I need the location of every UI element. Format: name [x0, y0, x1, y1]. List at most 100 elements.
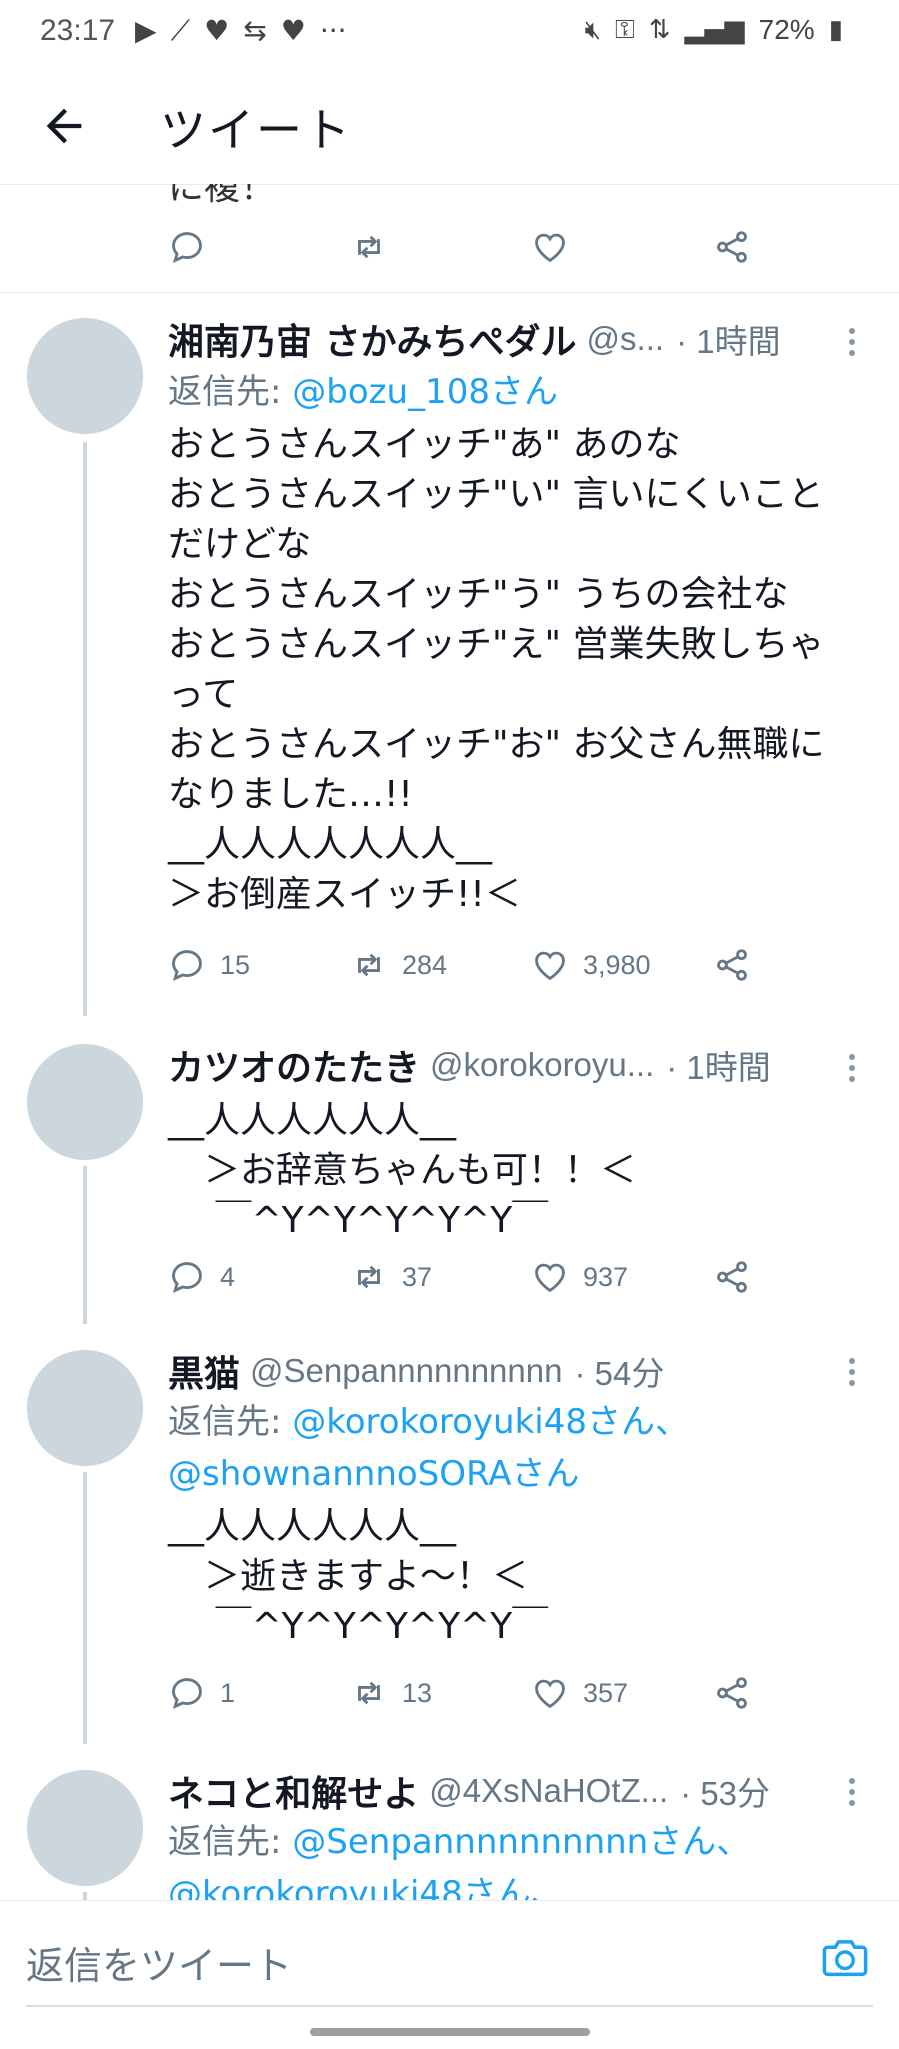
play-icon: ▶: [135, 14, 157, 47]
reply-to-mention-2[interactable]: @korokoroyuki48さん、: [168, 1874, 565, 1900]
more-options-icon[interactable]: [849, 1054, 859, 1087]
tweet-card[interactable]: ネコと和解せよ @4XsNaHOtZ... · 53分 返信先: @Senpan…: [0, 1744, 899, 1900]
author-handle[interactable]: @korokoroyu...: [430, 1046, 654, 1084]
tweet-header: ネコと和解せよ @4XsNaHOtZ... · 53分: [168, 1764, 879, 1818]
share-button[interactable]: [713, 1674, 751, 1712]
notification-icons: ▶ ⟋ ♥ ⇆ ♥ ···: [135, 14, 347, 48]
more-options-icon[interactable]: [849, 1778, 859, 1811]
previous-tweet-actions: [168, 228, 768, 278]
tweet-actions: 1 13 357: [168, 1674, 768, 1724]
retweet-button[interactable]: [350, 228, 388, 266]
camera-icon[interactable]: [819, 1931, 871, 1983]
thread-line: [83, 442, 87, 1016]
heart-icon: [535, 1263, 565, 1293]
tweet-card[interactable]: 湘南乃宙 さかみちぺダル @s... · 1時間 返信先: @bozu_108さ…: [0, 292, 899, 1016]
author-handle[interactable]: @4XsNaHOtZ...: [429, 1772, 668, 1810]
tweet-time: · 53分: [680, 1775, 771, 1812]
author-name[interactable]: ネコと和解せよ: [168, 1765, 419, 1817]
reply-input-underline: [26, 2005, 873, 2007]
retweet-icon: [358, 953, 380, 977]
share-button[interactable]: [713, 1258, 751, 1296]
retweet-count: 284: [402, 949, 448, 980]
like-button[interactable]: 357: [531, 1674, 628, 1712]
tweet-actions: 4 37 937: [168, 1258, 768, 1308]
system-icons: 🔇︎ ⚿ ⇅ ▂▄▆ 72% ▮: [585, 14, 843, 46]
tweet-header: 黒猫 @Senpannnnnnnnnn · 54分: [168, 1344, 879, 1398]
tweet-card[interactable]: 黒猫 @Senpannnnnnnnnn · 54分 返信先: @korokoro…: [0, 1324, 899, 1744]
usb-icon: ⇆: [243, 14, 267, 47]
app-header: ツイート: [0, 64, 899, 185]
more-notifications-icon: ···: [319, 14, 347, 47]
avatar[interactable]: [27, 318, 143, 434]
author-name[interactable]: 湘南乃宙 さかみちぺダル: [168, 313, 577, 365]
heart-icon: [535, 233, 565, 263]
share-icon: [717, 231, 747, 263]
reply-count: 15: [220, 949, 251, 980]
retweet-icon: [358, 1265, 380, 1289]
reply-to-mention-2[interactable]: @shownannnoSORAさん: [168, 1454, 580, 1494]
battery-level: 72%: [758, 14, 815, 45]
heart-notification-icon: ♥: [204, 14, 230, 47]
share-button[interactable]: [713, 228, 751, 266]
reply-count: 4: [220, 1261, 236, 1292]
signal-bars-icon: ▂▄▆: [684, 15, 745, 45]
thread-line: [83, 1166, 87, 1324]
reply-to-label: 返信先:: [168, 372, 282, 412]
retweet-icon: [358, 235, 380, 259]
tweet-time: · 1時間: [666, 1049, 771, 1086]
home-indicator[interactable]: [310, 2028, 590, 2036]
retweet-button[interactable]: 284: [350, 946, 447, 984]
heart-icon: [535, 951, 565, 981]
page-title: ツイート: [160, 103, 352, 157]
thread-line: [83, 1892, 87, 1900]
heart-notification-icon-2: ♥: [280, 14, 306, 47]
reply-button[interactable]: 4: [168, 1258, 235, 1296]
reply-to-mention[interactable]: @Senpannnnnnnnnnさん、: [281, 1822, 750, 1862]
retweet-button[interactable]: 13: [350, 1674, 432, 1712]
like-count: 357: [583, 1677, 629, 1708]
author-handle[interactable]: @Senpannnnnnnnnn: [250, 1352, 562, 1390]
like-count: 3,980: [583, 949, 651, 980]
avatar[interactable]: [27, 1350, 143, 1466]
tweet-time: · 1時間: [676, 323, 781, 360]
retweet-count: 13: [402, 1677, 433, 1708]
share-icon: [717, 949, 747, 981]
reply-button[interactable]: [168, 228, 206, 266]
tweet-header: カツオのたたき @korokoroyu... · 1時間: [168, 1038, 879, 1092]
status-bar: 23:17 ▶ ⟋ ♥ ⇆ ♥ ··· 🔇︎ ⚿ ⇅ ▂▄▆ 72% ▮: [0, 0, 899, 64]
tweet-text: __人人人人人人__ ＞お辞意ちゃんも可！！＜ ￣^Y^Y^Y^Y^Y￣: [168, 1100, 637, 1241]
author-handle[interactable]: @s...: [587, 320, 665, 358]
reply-to-mention[interactable]: @korokoroyuki48さん、: [281, 1402, 689, 1442]
author-name[interactable]: 黒猫: [168, 1345, 240, 1397]
retweet-icon: [358, 1681, 380, 1705]
broom-icon: ⟋: [170, 14, 191, 47]
share-button[interactable]: [713, 946, 751, 984]
tweet-text: おとうさんスイッチ"あ" あのな おとうさんスイッチ"い" 言いにくいこと だけ…: [168, 424, 825, 915]
avatar[interactable]: [27, 1770, 143, 1886]
like-button[interactable]: 3,980: [531, 946, 651, 984]
mute-icon: 🔇︎: [584, 14, 602, 45]
like-count: 937: [583, 1261, 629, 1292]
author-name[interactable]: カツオのたたき: [168, 1039, 420, 1091]
reply-to-mention[interactable]: @bozu_108さん: [281, 372, 558, 412]
tweet-card[interactable]: カツオのたたき @korokoroyu... · 1時間 __人人人人人人__ …: [0, 1016, 899, 1324]
reply-to: 返信先: @bozu_108さん: [168, 366, 859, 418]
vpn-key-icon: ⚿: [615, 14, 635, 45]
signal-4g-icon: ⇅: [648, 15, 671, 45]
more-options-icon[interactable]: [849, 1358, 859, 1391]
back-arrow-icon[interactable]: [38, 100, 90, 152]
retweet-button[interactable]: 37: [350, 1258, 432, 1296]
reply-to: 返信先: @korokoroyuki48さん、 @shownannnoSORAさ…: [168, 1396, 859, 1500]
like-button[interactable]: 937: [531, 1258, 628, 1296]
reply-to-label: 返信先:: [168, 1402, 282, 1442]
reply-button[interactable]: 1: [168, 1674, 235, 1712]
retweet-count: 37: [402, 1261, 433, 1292]
tweet-header: 湘南乃宙 さかみちぺダル @s... · 1時間: [168, 312, 879, 366]
more-options-icon[interactable]: [849, 328, 859, 361]
reply-icon: [172, 1678, 202, 1710]
reply-button[interactable]: 15: [168, 946, 250, 984]
avatar[interactable]: [27, 1044, 143, 1160]
like-button[interactable]: [531, 228, 569, 266]
reply-count: 1: [220, 1677, 236, 1708]
reply-input[interactable]: 返信をツイート: [26, 1935, 292, 1990]
